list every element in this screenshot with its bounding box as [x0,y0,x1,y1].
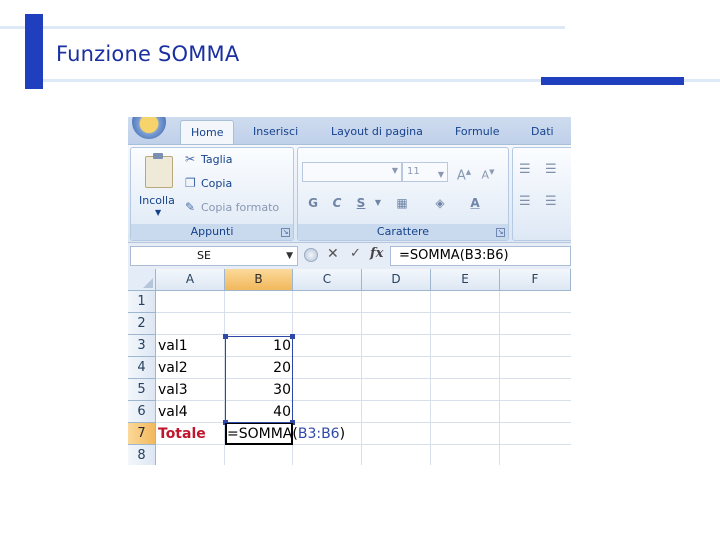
font-color-button[interactable]: A [463,192,487,214]
fill-color-icon[interactable]: ◈ [428,192,452,214]
gridline [156,378,571,379]
slide-title: Funzione SOMMA [56,42,240,66]
column-header-e[interactable]: E [431,269,500,291]
select-all-corner[interactable] [128,269,156,291]
decorative-accent-block [541,77,684,85]
underline-button[interactable]: S [350,192,372,214]
gridline [156,334,571,335]
format-painter-label: Copia formato [201,201,280,214]
cell-b7-editor[interactable]: =SOMMA(B3:B6) [227,423,345,445]
row-header-1[interactable]: 1 [128,291,156,313]
grow-font-icon: A [456,168,466,184]
cut-label: Taglia [201,153,233,166]
edit-suffix: ) [339,426,346,442]
copy-icon: ❐ [185,176,196,190]
copy-label: Copia [201,177,233,190]
formula-input[interactable]: =SOMMA(B3:B6) [390,246,571,266]
grow-font-button[interactable]: A▲ [454,162,474,184]
row-header-4[interactable]: 4 [128,357,156,379]
underline-dropdown-icon[interactable]: ▼ [372,192,384,214]
ribbon-body: Incolla ▼ ✂ Taglia ❐ Copia ✎ Copia formato … [128,144,571,241]
column-header-a[interactable]: A [156,269,225,291]
clipboard-launcher-icon[interactable]: ↘ [281,228,290,237]
paste-button[interactable]: Incolla [139,194,175,207]
column-header-c[interactable]: C [293,269,362,291]
align-center-icon[interactable]: ☰ [545,194,557,209]
cell-a3[interactable]: val1 [158,335,188,357]
tab-page-layout[interactable]: Layout di pagina [331,125,423,138]
row-header-3[interactable]: 3 [128,335,156,357]
decorative-top-line [0,26,565,29]
ribbon-tab-bar: Home Inserisci Layout di pagina Formule … [128,117,571,144]
decorative-vertical-bar [25,14,43,89]
column-header-d[interactable]: D [362,269,431,291]
tab-insert[interactable]: Inserisci [253,125,298,138]
cell-a4[interactable]: val2 [158,357,188,379]
chevron-down-icon[interactable]: ▼ [286,247,293,265]
alignment-group: ☰ ☰ ☰ ☰ [512,147,571,241]
row-header-2[interactable]: 2 [128,313,156,335]
font-name-combo[interactable]: ▼ [302,162,402,182]
insert-function-icon[interactable]: fx [370,246,383,261]
cancel-icon[interactable]: ✕ [327,246,339,262]
name-box[interactable]: SE ▼ [130,246,298,266]
italic-button[interactable]: C [326,192,348,214]
formula-bar: SE ▼ ✕ ✓ fx =SOMMA(B3:B6) [128,242,571,270]
bold-button[interactable]: G [302,192,324,214]
clipboard-group-label: Appunti [131,224,293,240]
gridline [156,312,571,313]
tab-home[interactable]: Home [180,120,234,144]
paintbrush-icon: ✎ [185,200,196,214]
tab-formulas[interactable]: Formule [455,125,500,138]
paste-icon[interactable] [145,153,173,188]
cell-a6[interactable]: val4 [158,401,188,423]
copy-button[interactable]: ❐ Copia [185,176,232,190]
chevron-down-icon: ▼ [437,170,444,179]
range-handle[interactable] [290,334,295,339]
shrink-font-icon: A [481,168,490,182]
align-top-icon[interactable]: ☰ [519,162,531,177]
font-launcher-icon[interactable]: ↘ [496,228,505,237]
gridline [156,356,571,357]
scissors-icon: ✂ [185,152,196,166]
font-group-label: Carattere [298,224,508,240]
column-header-f[interactable]: F [500,269,571,291]
tab-data[interactable]: Dati [531,125,554,138]
column-header-b[interactable]: B [225,269,293,291]
gridline [156,400,571,401]
check-icon[interactable]: ✓ [350,246,361,261]
office-button-icon[interactable] [132,117,166,139]
formula-bar-handle-icon[interactable] [304,248,318,262]
cut-button[interactable]: ✂ Taglia [185,152,232,166]
shrink-font-button[interactable]: A▼ [478,162,498,182]
cell-a7[interactable]: Totale [158,423,206,445]
row-header-8[interactable]: 8 [128,445,156,465]
name-box-value: SE [197,249,211,262]
excel-window: Home Inserisci Layout di pagina Formule … [128,117,571,465]
worksheet-grid: A B C D E F 1 2 3 4 5 6 7 8 val1 val2 va… [128,269,571,465]
align-middle-icon[interactable]: ☰ [545,162,557,177]
chevron-down-icon: ▼ [391,166,398,175]
formula-range-highlight[interactable] [225,336,293,423]
borders-icon[interactable]: ▦ [390,192,414,214]
paste-dropdown-icon[interactable]: ▼ [155,208,161,217]
font-size-value: 11 [407,166,420,177]
cell-a5[interactable]: val3 [158,379,188,401]
font-group: ▼ 11 ▼ A▲ A▼ G C S ▼ ▦ ◈ A Carattere ↘ [297,147,509,241]
align-left-icon[interactable]: ☰ [519,194,531,209]
row-header-6[interactable]: 6 [128,401,156,423]
row-header-7[interactable]: 7 [128,423,156,445]
edit-range-ref: B3:B6 [297,426,340,442]
range-handle[interactable] [223,334,228,339]
gridline [156,422,571,423]
edit-prefix: =SOMMA( [227,426,298,442]
row-header-5[interactable]: 5 [128,379,156,401]
format-painter-button[interactable]: ✎ Copia formato [185,200,279,214]
font-size-combo[interactable]: 11 ▼ [402,162,448,182]
clipboard-group: Incolla ▼ ✂ Taglia ❐ Copia ✎ Copia formato … [130,147,294,241]
gridline [156,444,571,445]
